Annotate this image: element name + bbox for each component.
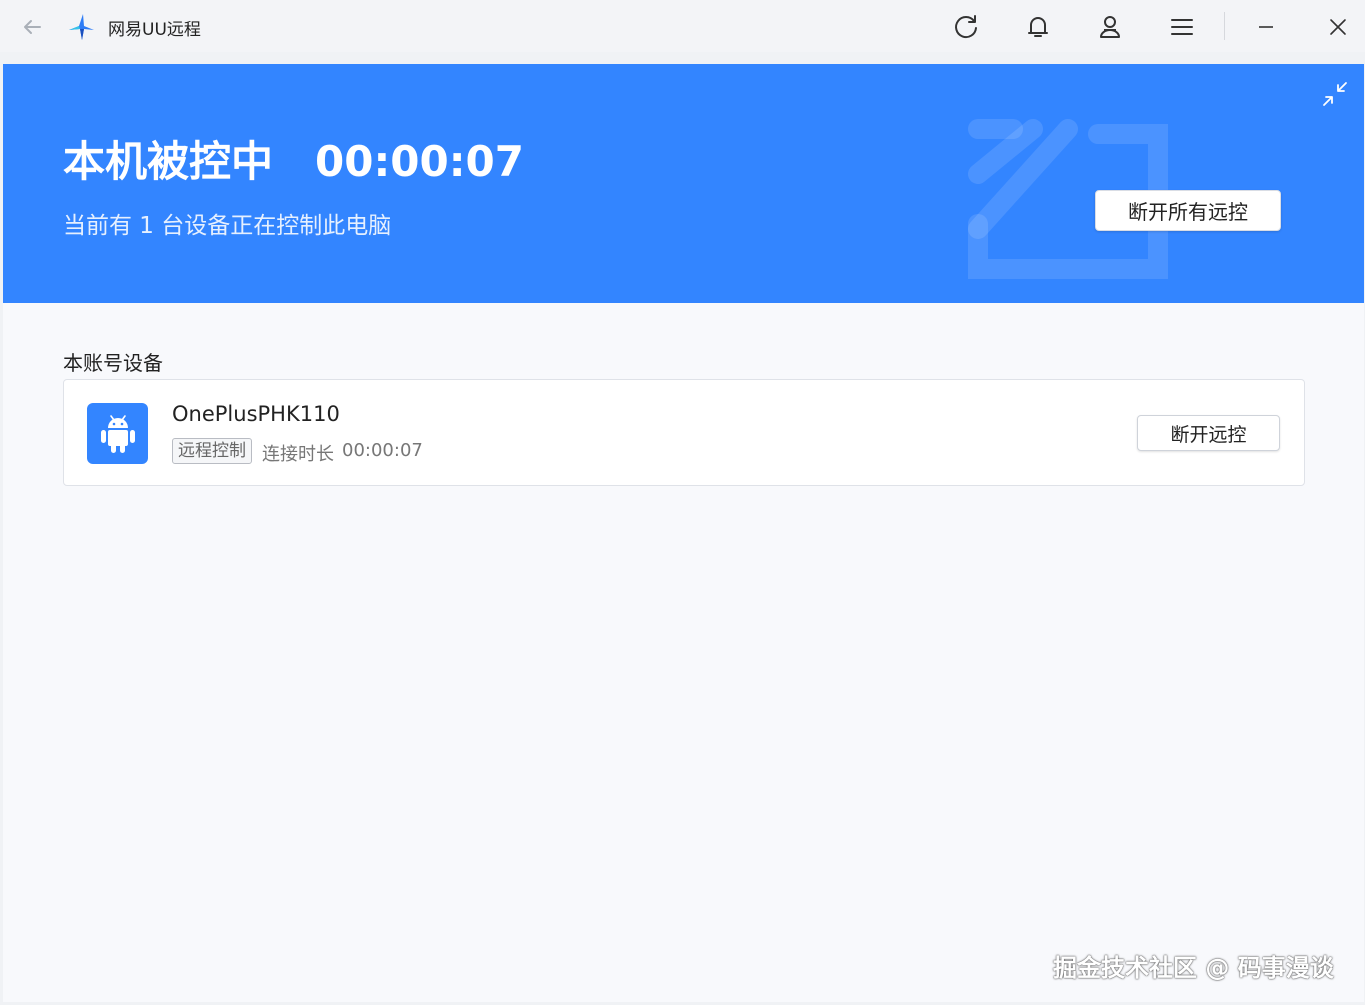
section-title: 本账号设备 — [63, 351, 163, 375]
bell-icon[interactable] — [1022, 11, 1054, 43]
device-card: OnePlusPHK110 远程控制 连接时长 00:00:07 断开远控 — [63, 379, 1305, 486]
menu-icon[interactable] — [1166, 11, 1198, 43]
main-window: 本机被控中 00:00:07 当前有 1 台设备正在控制此电脑 断开所有远控 本… — [3, 64, 1364, 1002]
back-arrow-icon[interactable] — [18, 13, 46, 41]
title-bar: 网易UU远程 — [0, 0, 1365, 52]
app-logo-icon — [69, 14, 94, 40]
banner-heading: 本机被控中 00:00:07 — [63, 136, 524, 188]
watermark: 掘金技术社区 @ 码事漫谈 — [1053, 954, 1334, 982]
disconnect-all-button[interactable]: 断开所有远控 — [1095, 190, 1281, 231]
disconnect-button[interactable]: 断开远控 — [1137, 415, 1280, 451]
device-mode-tag: 远程控制 — [172, 438, 252, 464]
device-name: OnePlusPHK110 — [172, 402, 340, 426]
device-avatar — [87, 403, 148, 464]
session-timer: 00:00:07 — [315, 137, 524, 186]
status-subtitle: 当前有 1 台设备正在控制此电脑 — [63, 213, 392, 239]
connection-duration: 连接时长 00:00:07 — [262, 440, 423, 466]
refresh-icon[interactable] — [950, 11, 982, 43]
android-icon — [100, 414, 135, 453]
user-icon[interactable] — [1094, 11, 1126, 43]
status-title: 本机被控中 — [63, 137, 274, 186]
duration-label: 连接时长 — [262, 444, 334, 465]
minimize-icon[interactable] — [1250, 11, 1282, 43]
titlebar-divider — [1224, 12, 1225, 40]
collapse-icon[interactable] — [1321, 80, 1349, 108]
close-icon[interactable] — [1322, 11, 1354, 43]
app-title: 网易UU远程 — [108, 20, 201, 40]
control-status-banner: 本机被控中 00:00:07 当前有 1 台设备正在控制此电脑 断开所有远控 — [3, 64, 1364, 303]
duration-value: 00:00:07 — [342, 440, 423, 461]
